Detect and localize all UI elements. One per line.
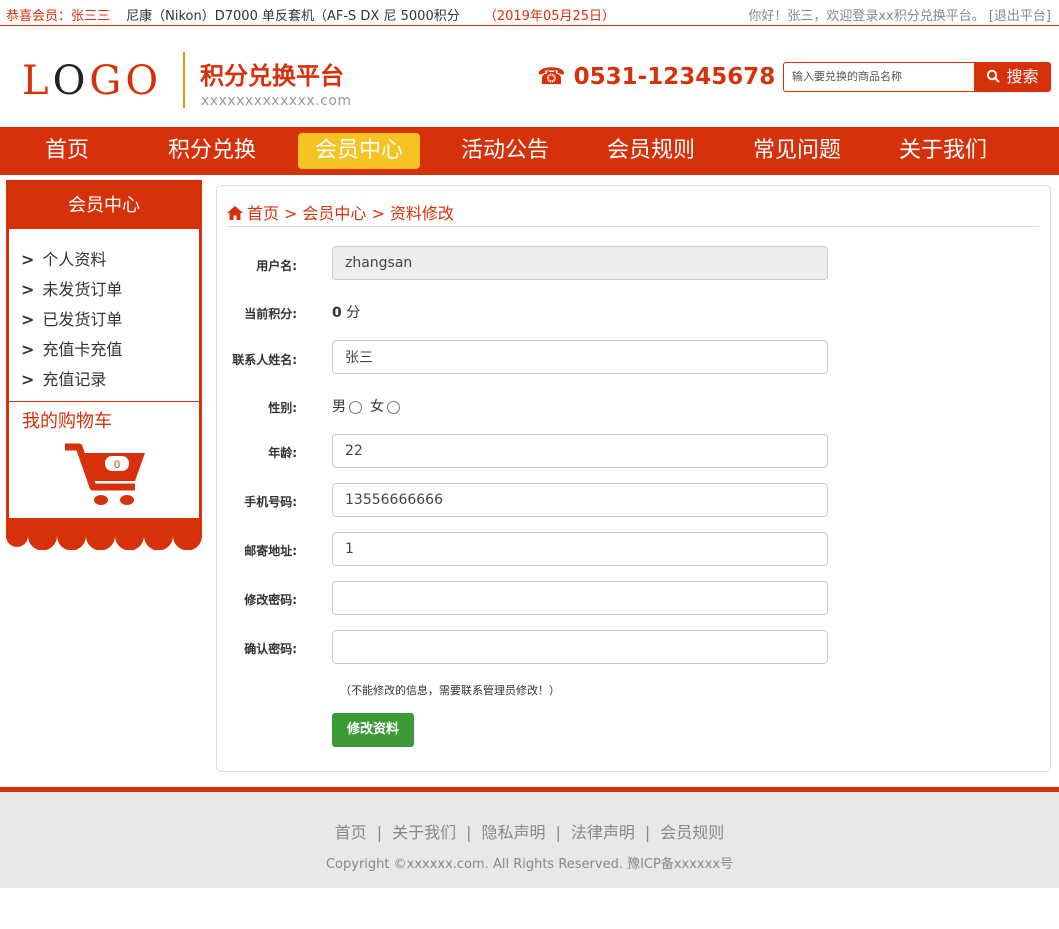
sidebar-item-profile[interactable]: > 个人资料 <box>21 245 122 275</box>
sidebar-divider <box>9 401 199 402</box>
footer-link-privacy[interactable]: 隐私声明 <box>481 823 545 842</box>
sidebar-scalloped-edge <box>6 518 202 550</box>
footer-separator: | <box>466 823 472 842</box>
sidebar-item-unshipped-orders[interactable]: > 未发货订单 <box>21 275 122 305</box>
gender-male-label: 男 <box>332 399 346 415</box>
search-input[interactable] <box>783 62 975 92</box>
breadcrumb-divider <box>227 226 1039 227</box>
mobile-field[interactable] <box>332 483 828 517</box>
hotline-phone: ☎ 0531-12345678 <box>537 64 776 90</box>
product-text: 尼康（Nikon）D7000 单反套机（AF-S DX 尼 <box>126 9 397 24</box>
shopping-cart-icon[interactable]: 0 <box>63 441 147 513</box>
logo-letter-o: O <box>52 58 90 104</box>
nav-about-us[interactable]: 关于我们 <box>889 133 997 169</box>
gender-options: 男女 <box>332 396 408 416</box>
nav-member-rules[interactable]: 会员规则 <box>597 133 705 169</box>
brand-domain: xxxxxxxxxxxxx.com <box>201 93 352 109</box>
chevron-right-icon: > <box>21 280 35 299</box>
points-unit: 分 <box>346 305 361 321</box>
breadcrumb-separator: > <box>284 204 298 223</box>
sidebar-item-recharge-card[interactable]: > 充值卡充值 <box>21 335 122 365</box>
copyright: Copyright ©xxxxxx.com. All Rights Reserv… <box>325 857 734 872</box>
user-greeting: 你好！张三，欢迎登录xx积分兑换平台。 [退出平台] <box>748 5 1051 24</box>
breadcrumb-home[interactable]: 首页 <box>247 204 279 223</box>
footer-link-legal[interactable]: 法律声明 <box>571 823 635 842</box>
password-field[interactable] <box>332 581 828 615</box>
footer-separator: | <box>376 823 383 842</box>
profile-edit-panel: 首页>会员中心>资料修改 用户名: 当前积分: 0 分 联系人姓名: 性别: 男… <box>216 185 1051 772</box>
logo-letters-go: GO <box>89 58 163 104</box>
search-icon <box>987 69 1001 83</box>
points-number: 0 <box>332 305 342 321</box>
mobile-label: 手机号码: <box>244 495 297 509</box>
cart-title[interactable]: 我的购物车 <box>22 407 112 433</box>
nav-home[interactable]: 首页 <box>32 133 102 169</box>
points-value: 0 分 <box>332 302 360 322</box>
chevron-right-icon: > <box>21 370 35 389</box>
sidebar: 会员中心 > 个人资料 > 未发货订单 > 已发货订单 > 充值卡充值 > 充值记录 我的… <box>6 180 202 522</box>
nav-announcements[interactable]: 活动公告 <box>451 133 559 169</box>
sidebar-item-label: 充值记录 <box>42 370 107 389</box>
gender-female-radio[interactable] <box>387 400 400 414</box>
contact-name-field[interactable] <box>332 340 828 374</box>
username-field <box>332 246 828 280</box>
sidebar-item-label: 已发货订单 <box>42 310 123 329</box>
contact-name-label: 联系人姓名: <box>232 353 297 367</box>
footer-link-home[interactable]: 首页 <box>335 823 367 842</box>
home-icon <box>227 206 243 220</box>
logout-link[interactable]: [退出平台] <box>989 9 1051 24</box>
search-button-label: 搜索 <box>1006 67 1039 86</box>
points-text: 5000积分 <box>400 9 460 24</box>
sidebar-item-label: 个人资料 <box>42 250 107 269</box>
sidebar-item-recharge-history[interactable]: > 充值记录 <box>21 365 122 395</box>
points-label: 当前积分: <box>244 307 297 321</box>
password-label: 修改密码: <box>244 593 297 607</box>
date-text: （2019年05月25日） <box>483 9 616 24</box>
chevron-right-icon: > <box>21 340 35 359</box>
address-label: 邮寄地址: <box>244 544 297 558</box>
breadcrumb-separator: > <box>371 204 385 223</box>
footer-link-rules[interactable]: 会员规则 <box>660 823 724 842</box>
gender-female-label: 女 <box>370 399 384 415</box>
footer-separator: | <box>644 823 651 842</box>
nav-points-exchange[interactable]: 积分兑换 <box>160 133 264 169</box>
sidebar-title: 会员中心 <box>9 183 199 229</box>
update-profile-button[interactable]: 修改资料 <box>332 713 414 747</box>
form-note: （不能修改的信息，需要联系管理员修改！） <box>340 684 560 697</box>
footer-separator: | <box>555 823 561 842</box>
gender-label: 性别: <box>268 401 297 415</box>
chevron-right-icon: > <box>21 250 35 269</box>
age-field[interactable] <box>332 434 828 468</box>
welcome-text: 你好！张三，欢迎登录xx积分兑换平台。 <box>748 9 985 24</box>
nav-member-center[interactable]: 会员中心 <box>298 133 420 169</box>
confirm-password-label: 确认密码: <box>244 642 297 656</box>
search-button[interactable]: 搜索 <box>974 62 1051 92</box>
breadcrumb-member-center[interactable]: 会员中心 <box>302 204 366 223</box>
congrats-text: 恭喜会员：张三三 <box>6 9 111 24</box>
announcement: 恭喜会员：张三三 尼康（Nikon）D7000 单反套机（AF-S DX 尼 5… <box>6 5 615 24</box>
confirm-password-field[interactable] <box>332 630 828 664</box>
footer: 首页 | 关于我们 | 隐私声明 | 法律声明 | 会员规则 Copyright ©xxxxxx… <box>0 787 1059 888</box>
chevron-right-icon: > <box>21 310 35 329</box>
main-nav: 首页 积分兑换 会员中心 活动公告 会员规则 常见问题 关于我们 <box>0 127 1059 175</box>
age-label: 年龄: <box>268 446 297 460</box>
nav-faq[interactable]: 常见问题 <box>743 133 851 169</box>
username-label: 用户名: <box>256 259 297 273</box>
sidebar-item-label: 未发货订单 <box>42 280 123 299</box>
cart-count: 0 <box>114 459 120 471</box>
logo[interactable]: LOGO <box>22 58 162 104</box>
sidebar-item-label: 充值卡充值 <box>42 340 123 359</box>
gender-male-radio[interactable] <box>349 400 362 414</box>
sidebar-item-shipped-orders[interactable]: > 已发货订单 <box>21 305 122 335</box>
breadcrumb: 首页 > 会员中心 > 资料修改 <box>227 200 454 224</box>
logo-letter-l: L <box>22 58 53 104</box>
footer-link-about[interactable]: 关于我们 <box>392 823 456 842</box>
sidebar-menu: > 个人资料 > 未发货订单 > 已发货订单 > 充值卡充值 > 充值记录 <box>21 245 122 395</box>
header-divider <box>183 52 185 108</box>
footer-links: 首页 | 关于我们 | 隐私声明 | 法律声明 | 会员规则 <box>0 819 1059 843</box>
breadcrumb-current: 资料修改 <box>389 204 454 223</box>
top-bar: 恭喜会员：张三三 尼康（Nikon）D7000 单反套机（AF-S DX 尼 5… <box>0 0 1059 26</box>
address-field[interactable] <box>332 532 828 566</box>
brand-name: 积分兑换平台 <box>200 62 344 90</box>
